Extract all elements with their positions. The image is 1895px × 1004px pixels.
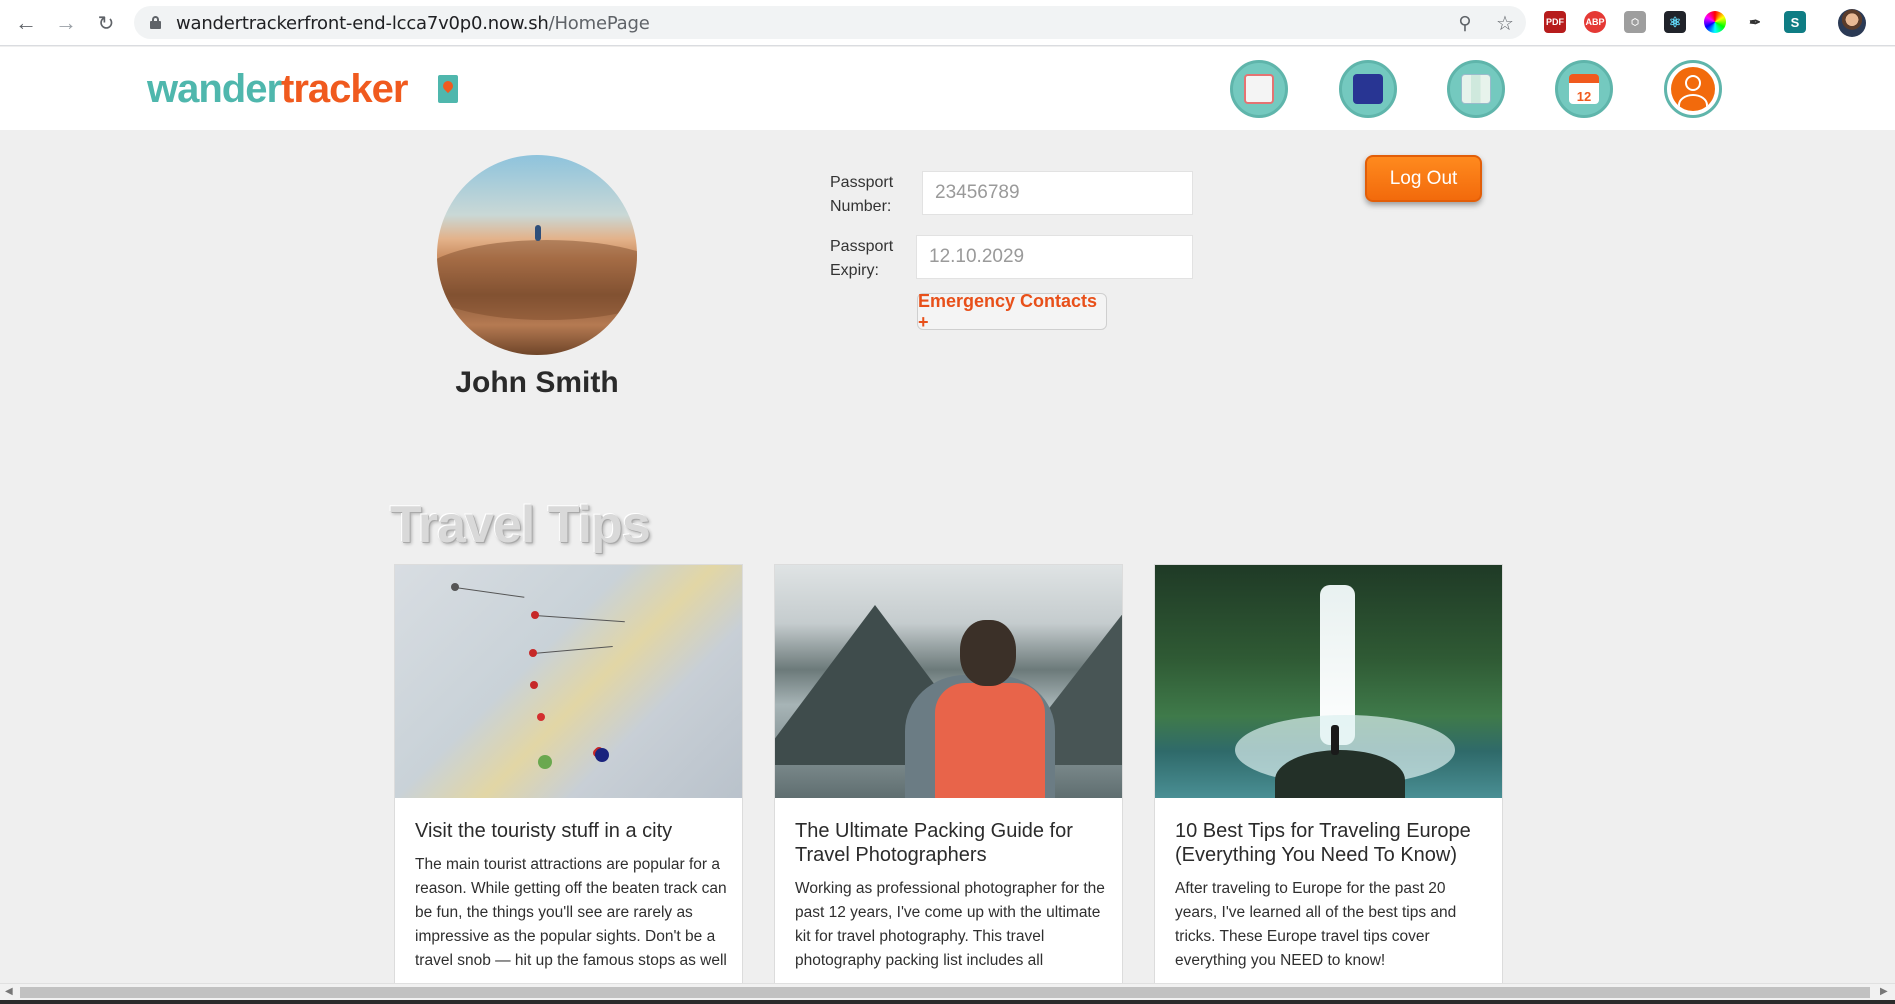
tip-card-title[interactable]: The Ultimate Packing Guide for Travel Ph…	[795, 819, 1110, 867]
lock-icon[interactable]	[150, 16, 161, 29]
taskbar-strip	[0, 1000, 1895, 1004]
passport-globe-icon[interactable]	[1339, 60, 1397, 118]
scroll-left-icon[interactable]: ◀	[5, 986, 13, 997]
reload-icon[interactable]: ↻	[92, 9, 120, 37]
s-extension-icon[interactable]: S	[1784, 11, 1806, 33]
tip-card-text: After traveling to Europe for the past 2…	[1175, 880, 1457, 969]
passport-number-label: Passport Number:	[830, 174, 894, 215]
app-header: wandertracker 12	[0, 47, 1895, 130]
eyedropper-extension-icon[interactable]: ✒	[1744, 11, 1766, 33]
scroll-right-icon[interactable]: ▶	[1880, 986, 1888, 997]
browser-toolbar: ← → ↻ wandertrackerfront-end-lcca7v0p0.n…	[0, 0, 1895, 46]
address-bar[interactable]: wandertrackerfront-end-lcca7v0p0.now.sh/…	[134, 6, 1526, 39]
color-picker-extension-icon[interactable]	[1704, 11, 1726, 33]
passport-stamp-icon[interactable]	[1230, 60, 1288, 118]
profile-photo[interactable]	[437, 155, 637, 355]
tip-card-title[interactable]: Visit the touristy stuff in a city	[415, 819, 730, 843]
travel-tips-heading: Travel Tips	[390, 496, 651, 554]
backpacker-lake-image	[775, 565, 1122, 798]
user-name: John Smith	[455, 366, 619, 399]
tip-card[interactable]: 10 Best Tips for Traveling Europe (Every…	[1154, 564, 1503, 984]
adblock-extension-icon[interactable]: ABP	[1584, 11, 1606, 33]
bookmark-star-icon[interactable]: ☆	[1494, 12, 1516, 35]
forward-arrow-icon[interactable]: →	[52, 9, 80, 37]
waterfall-image	[1155, 565, 1502, 798]
hexagon-extension-icon[interactable]: ⬡	[1624, 11, 1646, 33]
emergency-contacts-button[interactable]: Emergency Contacts +	[917, 291, 1107, 332]
horizontal-scrollbar[interactable]: ◀ ▶	[0, 983, 1895, 1000]
tip-card-title[interactable]: 10 Best Tips for Traveling Europe (Every…	[1175, 819, 1490, 867]
user-profile-icon[interactable]	[1664, 60, 1722, 118]
logo-pin-icon	[438, 75, 458, 103]
browser-profile-avatar[interactable]	[1838, 9, 1866, 37]
calendar-icon[interactable]: 12	[1555, 60, 1613, 118]
passport-expiry-label: Passport Expiry:	[830, 238, 894, 279]
back-arrow-icon[interactable]: ←	[12, 9, 40, 37]
map-pin-icon[interactable]	[1447, 60, 1505, 118]
passport-expiry-input[interactable]: 12.10.2029	[916, 235, 1193, 279]
url-text[interactable]: wandertrackerfront-end-lcca7v0p0.now.sh/…	[176, 13, 650, 34]
map-pins-image	[395, 565, 742, 798]
tip-card[interactable]: Visit the touristy stuff in a city The m…	[394, 564, 743, 984]
wandertracker-logo[interactable]: wandertracker	[147, 67, 408, 112]
logout-button[interactable]: Log Out	[1365, 155, 1482, 202]
scrollbar-thumb[interactable]	[20, 987, 1870, 998]
passport-number-input[interactable]: 23456789	[922, 171, 1193, 215]
pdf-extension-icon[interactable]: PDF	[1544, 11, 1566, 33]
tip-card-text: The main tourist attractions are popular…	[415, 856, 727, 969]
react-devtools-icon[interactable]: ⚛	[1664, 11, 1686, 33]
tip-card[interactable]: The Ultimate Packing Guide for Travel Ph…	[774, 564, 1123, 984]
tip-card-text: Working as professional photographer for…	[795, 880, 1105, 969]
zoom-icon[interactable]: ⚲	[1454, 12, 1476, 34]
